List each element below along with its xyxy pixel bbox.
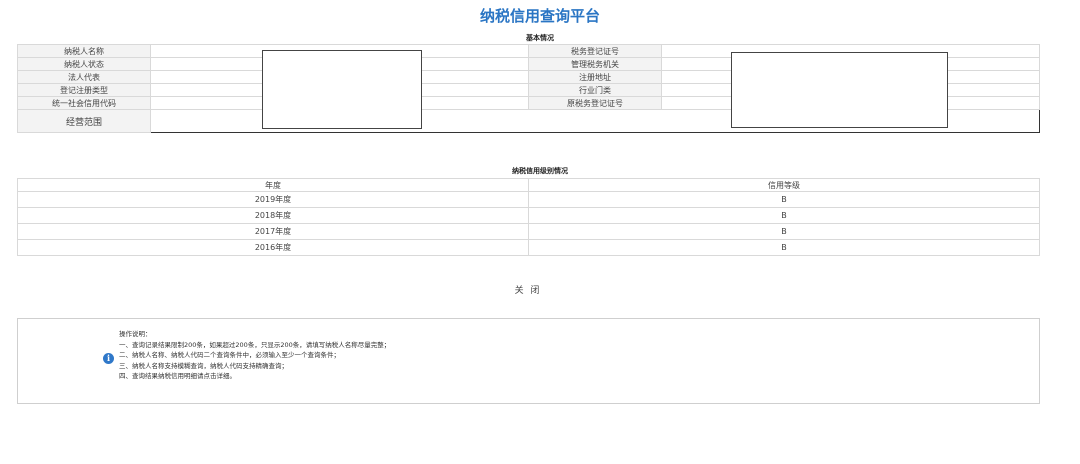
instructions-text: 操作说明： 一、查询记录结果限制200条，如果超过200条，只显示200条，请填… — [119, 329, 390, 382]
instructions-title: 操作说明： — [119, 330, 152, 338]
grade-header: 信用等级 — [528, 178, 1040, 192]
credit-level-table: 年度 信用等级 2019年度 B 2018年度 B 2017年度 B 2016年… — [17, 178, 1040, 256]
grade-cell: B — [528, 239, 1040, 256]
original-registration-no-label: 原税务登记证号 — [528, 96, 662, 110]
business-scope-label: 经营范围 — [17, 109, 151, 133]
registration-type-label: 登记注册类型 — [17, 83, 151, 97]
tax-authority-label: 管理税务机关 — [528, 57, 662, 71]
redaction-box-right — [731, 52, 948, 128]
instruction-line: 三、纳税人名称支持模糊查询，纳税人代码支持精确查询； — [119, 361, 288, 370]
table-header-row: 年度 信用等级 — [17, 178, 1040, 192]
close-button[interactable]: 关 闭 — [508, 284, 548, 298]
redaction-box-left — [262, 50, 422, 129]
grade-cell: B — [528, 223, 1040, 240]
table-row: 2019年度 B — [17, 191, 1040, 208]
grade-cell: B — [528, 207, 1040, 224]
instruction-line: 四、查询结果纳税信用明细请点击详细。 — [119, 372, 236, 380]
table-row: 2016年度 B — [17, 239, 1040, 256]
registered-address-label: 注册地址 — [528, 70, 662, 84]
basic-section-title: 基本情况 — [526, 34, 554, 42]
year-cell: 2019年度 — [17, 191, 529, 208]
table-row: 2017年度 B — [17, 223, 1040, 240]
year-cell: 2018年度 — [17, 207, 529, 224]
info-icon: i — [103, 353, 114, 364]
year-cell: 2017年度 — [17, 223, 529, 240]
instruction-line: 一、查询记录结果限制200条，如果超过200条，只显示200条，请填写纳税人名称… — [119, 340, 391, 349]
instructions-panel: i 操作说明： 一、查询记录结果限制200条，如果超过200条，只显示200条，… — [17, 318, 1040, 404]
year-cell: 2016年度 — [17, 239, 529, 256]
page-title: 纳税信用查询平台 — [479, 7, 600, 25]
legal-representative-label: 法人代表 — [17, 70, 151, 84]
grade-cell: B — [528, 191, 1040, 208]
tax-registration-no-label: 税务登记证号 — [528, 44, 662, 58]
year-header: 年度 — [17, 178, 529, 192]
credit-code-label: 统一社会信用代码 — [17, 96, 151, 110]
taxpayer-status-label: 纳税人状态 — [17, 57, 151, 71]
industry-category-label: 行业门类 — [528, 83, 662, 97]
credit-section-title: 纳税信用级别情况 — [512, 167, 568, 175]
instruction-line: 二、纳税人名称、纳税人代码二个查询条件中，必须输入至少一个查询条件； — [119, 351, 340, 359]
taxpayer-name-label: 纳税人名称 — [17, 44, 151, 58]
table-row: 2018年度 B — [17, 207, 1040, 224]
